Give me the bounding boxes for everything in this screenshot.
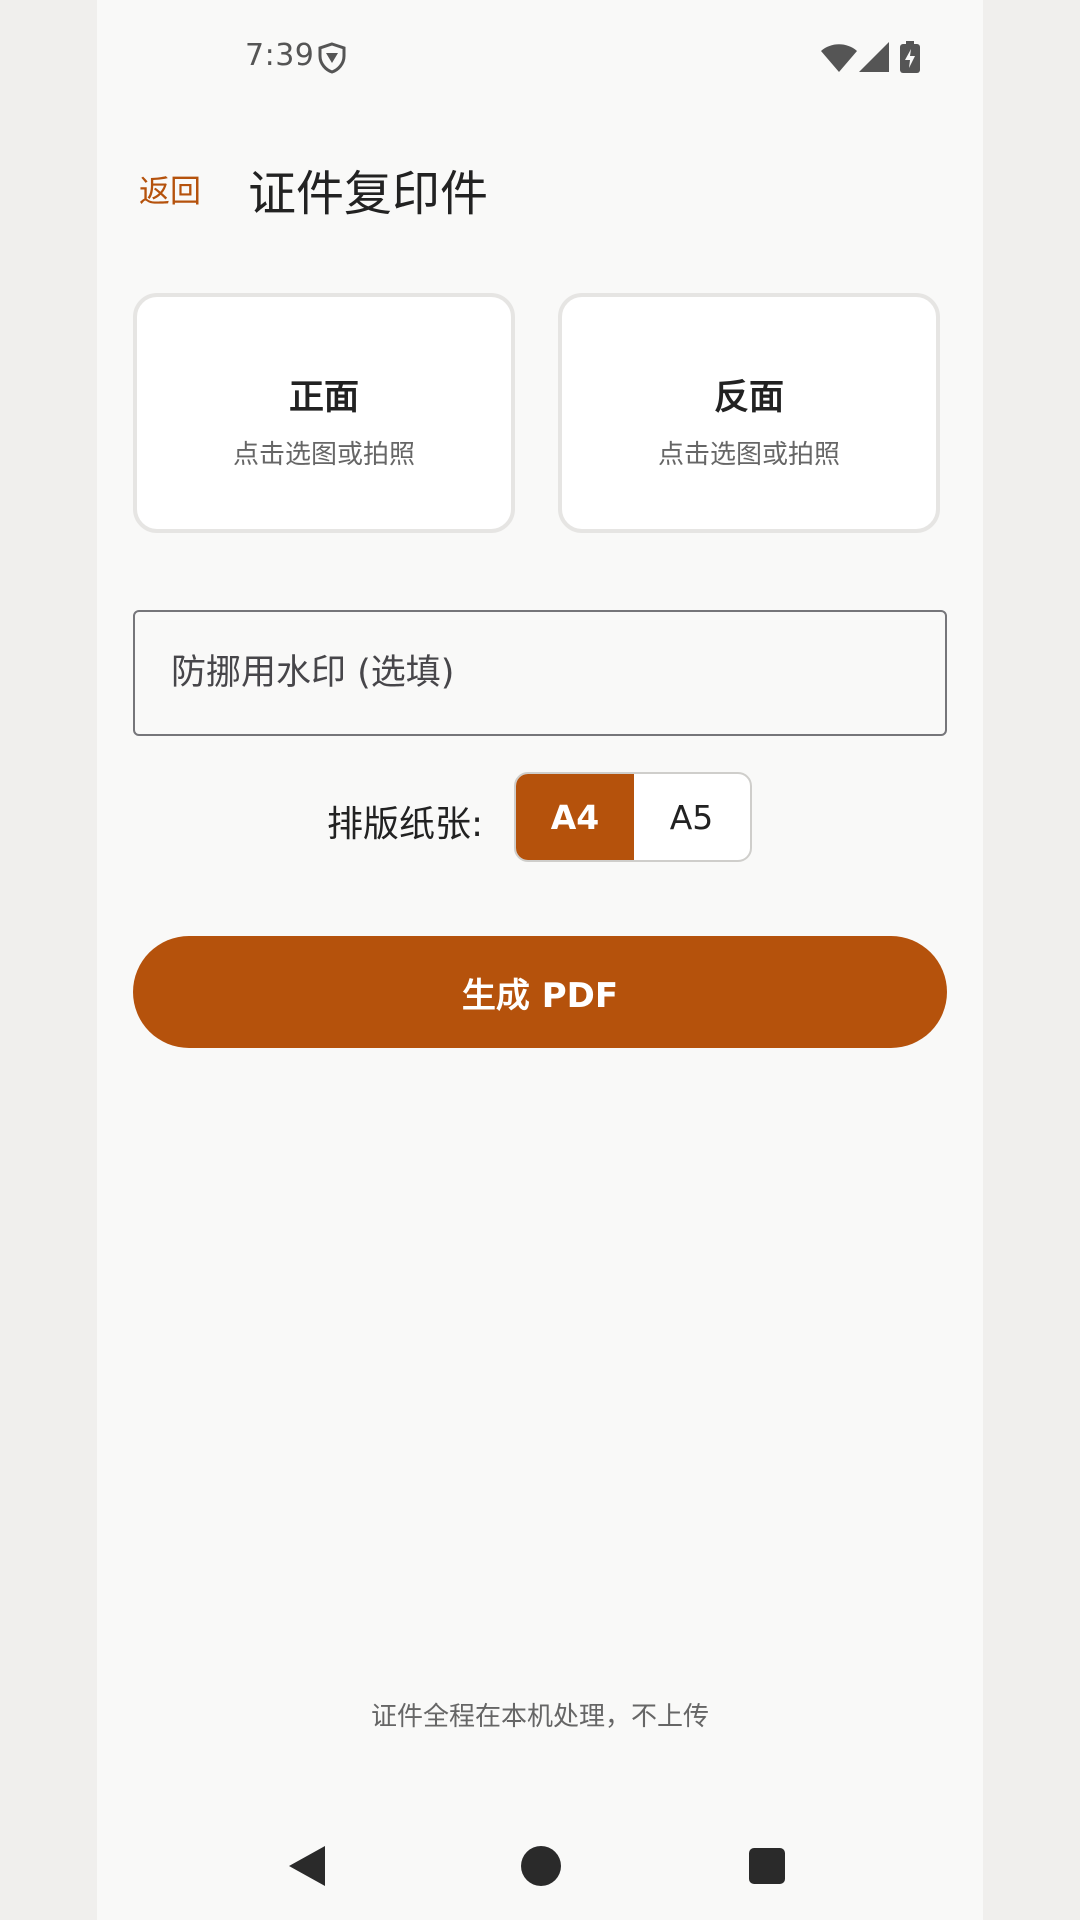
- signal-icon: [859, 42, 889, 72]
- back-upload-card[interactable]: 反面 点击选图或拍照: [558, 293, 940, 533]
- paper-option-a4[interactable]: A4: [516, 774, 634, 860]
- back-link[interactable]: 返回: [139, 166, 201, 211]
- front-card-title: 正面: [288, 378, 359, 418]
- status-time: 7:39: [245, 38, 315, 73]
- wifi-icon: [821, 44, 857, 72]
- paper-option-a5[interactable]: A5: [634, 774, 749, 860]
- front-upload-card[interactable]: 正面 点击选图或拍照: [133, 293, 515, 533]
- nav-back-icon[interactable]: [289, 1846, 325, 1886]
- page-title: 证件复印件: [248, 166, 489, 222]
- nav-recent-icon[interactable]: [749, 1848, 785, 1884]
- back-card-title: 反面: [713, 378, 784, 418]
- privacy-note: 证件全程在本机处理，不上传: [370, 1702, 709, 1732]
- shield-icon: [318, 42, 346, 74]
- paper-size-toggle: A4 A5: [514, 772, 752, 862]
- app-screen: 7:39 返回 证件复印件 正面 点击选图或拍照 反面 点击选图或拍照 排版纸张…: [97, 0, 983, 1920]
- generate-pdf-button[interactable]: 生成 PDF: [133, 936, 947, 1048]
- nav-home-icon[interactable]: [521, 1846, 561, 1886]
- front-card-subtitle: 点击选图或拍照: [232, 440, 415, 470]
- back-card-subtitle: 点击选图或拍照: [657, 440, 840, 470]
- paper-size-label: 排版纸张:: [327, 804, 484, 845]
- watermark-input[interactable]: [133, 610, 947, 736]
- battery-icon: [900, 41, 920, 73]
